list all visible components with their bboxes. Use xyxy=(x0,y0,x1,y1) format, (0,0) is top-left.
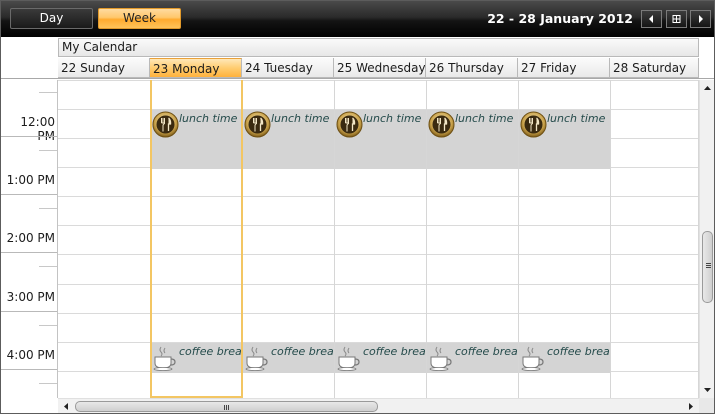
time-grid: 12:00 PM 1:00 PM 2:00 PM 3:00 PM 4:00 PM lun… xyxy=(1,80,699,398)
triangle-left-icon xyxy=(649,15,653,23)
hour-tick xyxy=(1,369,57,370)
time-label: 4:00 PM xyxy=(6,348,55,362)
fork-knife-icon xyxy=(520,111,547,138)
grip-line xyxy=(224,405,225,410)
grid-row-line xyxy=(58,254,699,255)
hour-tick xyxy=(1,252,57,253)
time-label: 3:00 PM xyxy=(6,290,55,304)
scroll-left-arrow[interactable] xyxy=(59,399,73,413)
calendar-name-header: My Calendar xyxy=(58,38,699,57)
coffee-cup-icon xyxy=(337,346,360,371)
half-hour-tick xyxy=(39,150,57,151)
time-label: 2:00 PM xyxy=(6,231,55,245)
appointment-subject: coffee break xyxy=(271,345,334,358)
half-hour-tick xyxy=(39,383,57,384)
grid-row-line xyxy=(58,80,699,81)
appointment-subject: lunch time xyxy=(271,112,330,125)
grid-row-line xyxy=(58,313,699,314)
day-header[interactable]: 28 Saturday xyxy=(610,58,699,78)
coffee-cup-icon xyxy=(153,346,176,371)
day-header[interactable]: 22 Sunday xyxy=(58,58,150,78)
toolbar: Day Week 22 - 28 January 2012 xyxy=(1,1,714,37)
grid-column-line xyxy=(610,80,611,398)
appointment-subject: lunch time xyxy=(179,112,238,125)
appointment-subject: lunch time xyxy=(363,112,422,125)
appointment-subject: coffee break xyxy=(455,345,518,358)
grip-line xyxy=(706,267,711,268)
coffee-cup-icon xyxy=(245,346,268,371)
day-header[interactable]: 23 Monday xyxy=(150,58,242,78)
time-label: 12:00 PM xyxy=(20,115,55,143)
scroll-down-arrow[interactable] xyxy=(700,383,714,397)
appointment-subject: lunch time xyxy=(455,112,514,125)
triangle-down-icon xyxy=(704,388,711,392)
lunch-appointment[interactable]: lunch time xyxy=(243,110,334,169)
grid-row-line xyxy=(58,225,699,226)
lunch-appointment[interactable]: lunch time xyxy=(335,110,426,169)
grip-line xyxy=(228,405,229,410)
day-header[interactable]: 24 Tuesday xyxy=(242,58,334,78)
fork-knife-icon xyxy=(336,111,363,138)
hour-tick xyxy=(1,311,57,312)
date-range-label: 22 - 28 January 2012 xyxy=(487,11,633,26)
coffee-break-appointment[interactable]: coffee break xyxy=(519,343,610,373)
grip-line xyxy=(706,265,711,266)
triangle-right-icon xyxy=(689,403,693,410)
half-hour-tick xyxy=(39,325,57,326)
scheduler-header: My Calendar 22 Sunday 23 Monday 24 Tuesday… xyxy=(1,37,714,79)
grid-row-line xyxy=(58,196,699,197)
appointment-subject: coffee break xyxy=(363,345,426,358)
scroll-right-arrow[interactable] xyxy=(684,399,698,413)
coffee-break-appointment[interactable]: coffee break xyxy=(335,343,426,373)
horizontal-scrollbar[interactable] xyxy=(58,398,699,413)
vertical-scroll-thumb[interactable] xyxy=(702,231,713,303)
vertical-scrollbar[interactable] xyxy=(699,80,714,398)
appointment-subject: coffee break xyxy=(547,345,610,358)
fork-knife-icon xyxy=(152,111,179,138)
today-button[interactable] xyxy=(666,10,687,28)
calendar-grid-icon xyxy=(672,15,681,23)
week-view-button[interactable]: Week xyxy=(98,8,181,29)
half-hour-tick xyxy=(39,208,57,209)
fork-knife-icon xyxy=(428,111,455,138)
grip-line xyxy=(226,405,227,410)
hour-tick xyxy=(1,136,57,137)
horizontal-scroll-thumb[interactable] xyxy=(75,401,378,412)
time-label: 1:00 PM xyxy=(6,173,55,187)
lunch-appointment[interactable]: lunch time xyxy=(519,110,610,169)
day-view-button[interactable]: Day xyxy=(10,8,93,29)
triangle-left-icon xyxy=(64,403,68,410)
grip-line xyxy=(706,263,711,264)
coffee-break-appointment[interactable]: coffee break xyxy=(243,343,334,373)
triangle-right-icon xyxy=(699,15,703,23)
lunch-appointment[interactable]: lunch time xyxy=(151,110,242,169)
coffee-break-appointment[interactable]: coffee break xyxy=(427,343,518,373)
scroll-up-arrow[interactable] xyxy=(700,81,714,95)
appointment-subject: lunch time xyxy=(547,112,606,125)
coffee-cup-icon xyxy=(521,346,544,371)
previous-week-button[interactable] xyxy=(641,10,662,28)
next-week-button[interactable] xyxy=(690,10,711,28)
time-ruler: 12:00 PM 1:00 PM 2:00 PM 3:00 PM 4:00 PM xyxy=(1,80,58,398)
lunch-appointment[interactable]: lunch time xyxy=(427,110,518,169)
hour-tick xyxy=(1,194,57,195)
header-corner xyxy=(1,37,58,78)
day-header[interactable]: 26 Thursday xyxy=(426,58,518,78)
grid-row-line xyxy=(58,284,699,285)
scheduler: Day Week 22 - 28 January 2012 My Calenda… xyxy=(0,0,715,414)
header-scroll-spacer xyxy=(699,37,714,78)
day-header[interactable]: 27 Friday xyxy=(518,58,610,78)
day-header[interactable]: 25 Wednesday xyxy=(334,58,426,78)
scrollbar-corner xyxy=(699,398,714,413)
appointment-subject: coffee break xyxy=(179,345,242,358)
half-hour-tick xyxy=(39,266,57,267)
fork-knife-icon xyxy=(244,111,271,138)
coffee-break-appointment[interactable]: coffee break xyxy=(151,343,242,373)
triangle-up-icon xyxy=(704,86,711,90)
coffee-cup-icon xyxy=(429,346,452,371)
half-hour-tick xyxy=(39,92,57,93)
bottom-left-spacer xyxy=(1,398,58,413)
